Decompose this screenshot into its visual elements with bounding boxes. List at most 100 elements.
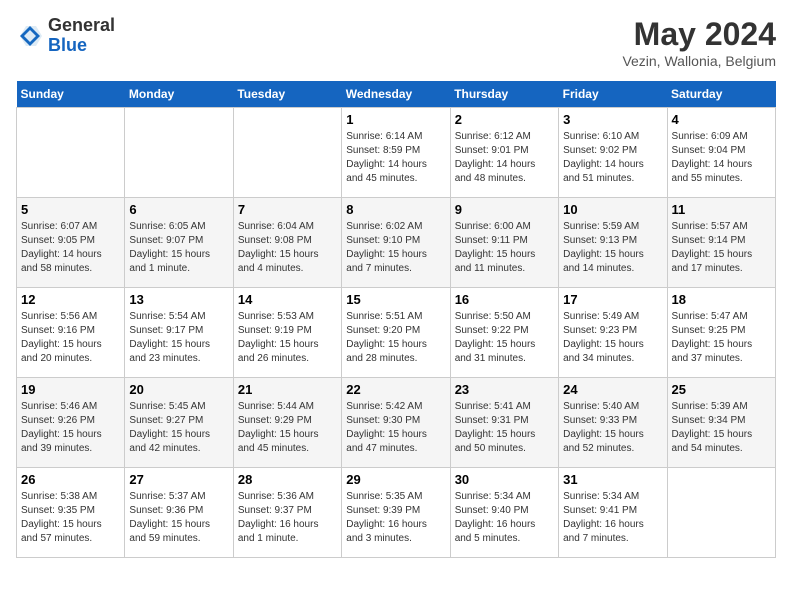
calendar-cell (233, 108, 341, 198)
day-number: 27 (129, 472, 228, 487)
day-number: 8 (346, 202, 445, 217)
calendar-cell: 2Sunrise: 6:12 AM Sunset: 9:01 PM Daylig… (450, 108, 558, 198)
day-info: Sunrise: 5:50 AM Sunset: 9:22 PM Dayligh… (455, 310, 554, 366)
day-info: Sunrise: 5:35 AM Sunset: 9:39 PM Dayligh… (346, 490, 445, 546)
calendar-body: 1Sunrise: 6:14 AM Sunset: 8:59 PM Daylig… (17, 108, 776, 558)
day-number: 31 (563, 472, 662, 487)
day-info: Sunrise: 5:38 AM Sunset: 9:35 PM Dayligh… (21, 490, 120, 546)
day-number: 14 (238, 292, 337, 307)
day-info: Sunrise: 6:00 AM Sunset: 9:11 PM Dayligh… (455, 220, 554, 276)
calendar-week-4: 19 Sunrise: 5:46 AM Sunset: 9:26 PM Dayli… (17, 378, 776, 468)
calendar-header: SundayMondayTuesdayWednesdayThursdayFrid… (17, 81, 776, 108)
day-number: 24 (563, 382, 662, 397)
calendar-cell: 19 Sunrise: 5:46 AM Sunset: 9:26 PM Dayli… (17, 378, 125, 468)
day-number: 2 (455, 112, 554, 127)
month-title: May 2024 (622, 16, 776, 53)
weekday-header-sunday: Sunday (17, 81, 125, 108)
calendar-cell: 8 Sunrise: 6:02 AM Sunset: 9:10 PM Daylig… (342, 198, 450, 288)
day-info: Sunrise: 5:49 AM Sunset: 9:23 PM Dayligh… (563, 310, 662, 366)
calendar-cell (667, 468, 775, 558)
day-number: 11 (672, 202, 771, 217)
calendar-cell: 10 Sunrise: 5:59 AM Sunset: 9:13 PM Dayli… (559, 198, 667, 288)
calendar-cell: 15 Sunrise: 5:51 AM Sunset: 9:20 PM Dayli… (342, 288, 450, 378)
calendar-cell: 21 Sunrise: 5:44 AM Sunset: 9:29 PM Dayli… (233, 378, 341, 468)
day-info: Sunrise: 6:07 AM Sunset: 9:05 PM Dayligh… (21, 220, 120, 276)
day-number: 18 (672, 292, 771, 307)
day-number: 17 (563, 292, 662, 307)
calendar-cell: 9 Sunrise: 6:00 AM Sunset: 9:11 PM Daylig… (450, 198, 558, 288)
calendar-cell: 20Sunrise: 5:45 AM Sunset: 9:27 PM Dayli… (125, 378, 233, 468)
day-number: 25 (672, 382, 771, 397)
day-info: Sunrise: 5:51 AM Sunset: 9:20 PM Dayligh… (346, 310, 445, 366)
day-number: 7 (238, 202, 337, 217)
day-info: Sunrise: 5:44 AM Sunset: 9:29 PM Dayligh… (238, 400, 337, 456)
day-info: Sunrise: 5:34 AM Sunset: 9:40 PM Dayligh… (455, 490, 554, 546)
day-number: 5 (21, 202, 120, 217)
day-number: 19 (21, 382, 120, 397)
calendar-cell: 4 Sunrise: 6:09 AM Sunset: 9:04 PM Daylig… (667, 108, 775, 198)
day-info: Sunrise: 5:40 AM Sunset: 9:33 PM Dayligh… (563, 400, 662, 456)
day-info: Sunrise: 6:02 AM Sunset: 9:10 PM Dayligh… (346, 220, 445, 276)
day-number: 12 (21, 292, 120, 307)
calendar-cell: 27 Sunrise: 5:37 AM Sunset: 9:36 PM Dayli… (125, 468, 233, 558)
calendar-cell: 6 Sunrise: 6:05 AM Sunset: 9:07 PM Daylig… (125, 198, 233, 288)
title-block: May 2024 Vezin, Wallonia, Belgium (622, 16, 776, 69)
page-header: General Blue May 2024 Vezin, Wallonia, B… (16, 16, 776, 69)
weekday-header-thursday: Thursday (450, 81, 558, 108)
day-number: 26 (21, 472, 120, 487)
day-number: 21 (238, 382, 337, 397)
calendar-week-2: 5 Sunrise: 6:07 AM Sunset: 9:05 PM Daylig… (17, 198, 776, 288)
calendar-week-1: 1Sunrise: 6:14 AM Sunset: 8:59 PM Daylig… (17, 108, 776, 198)
calendar-cell: 14 Sunrise: 5:53 AM Sunset: 9:19 PM Dayli… (233, 288, 341, 378)
calendar-cell: 7 Sunrise: 6:04 AM Sunset: 9:08 PM Daylig… (233, 198, 341, 288)
day-number: 23 (455, 382, 554, 397)
calendar-cell: 25Sunrise: 5:39 AM Sunset: 9:34 PM Dayli… (667, 378, 775, 468)
calendar-cell: 30 Sunrise: 5:34 AM Sunset: 9:40 PM Dayli… (450, 468, 558, 558)
day-info: Sunrise: 5:37 AM Sunset: 9:36 PM Dayligh… (129, 490, 228, 546)
day-info: Sunrise: 6:05 AM Sunset: 9:07 PM Dayligh… (129, 220, 228, 276)
calendar-cell: 17 Sunrise: 5:49 AM Sunset: 9:23 PM Dayli… (559, 288, 667, 378)
day-number: 29 (346, 472, 445, 487)
location-subtitle: Vezin, Wallonia, Belgium (622, 53, 776, 69)
calendar-cell: 31Sunrise: 5:34 AM Sunset: 9:41 PM Dayli… (559, 468, 667, 558)
day-number: 4 (672, 112, 771, 127)
calendar-cell: 16Sunrise: 5:50 AM Sunset: 9:22 PM Dayli… (450, 288, 558, 378)
calendar-cell: 1Sunrise: 6:14 AM Sunset: 8:59 PM Daylig… (342, 108, 450, 198)
weekday-header-tuesday: Tuesday (233, 81, 341, 108)
day-info: Sunrise: 5:53 AM Sunset: 9:19 PM Dayligh… (238, 310, 337, 366)
weekday-header-friday: Friday (559, 81, 667, 108)
logo-name: General Blue (48, 16, 115, 56)
day-info: Sunrise: 5:47 AM Sunset: 9:25 PM Dayligh… (672, 310, 771, 366)
calendar-week-3: 12 Sunrise: 5:56 AM Sunset: 9:16 PM Dayli… (17, 288, 776, 378)
logo-icon (16, 22, 44, 50)
calendar-cell: 18 Sunrise: 5:47 AM Sunset: 9:25 PM Dayli… (667, 288, 775, 378)
calendar-cell: 26 Sunrise: 5:38 AM Sunset: 9:35 PM Dayli… (17, 468, 125, 558)
day-number: 30 (455, 472, 554, 487)
day-info: Sunrise: 5:57 AM Sunset: 9:14 PM Dayligh… (672, 220, 771, 276)
day-info: Sunrise: 5:46 AM Sunset: 9:26 PM Dayligh… (21, 400, 120, 456)
calendar-week-5: 26 Sunrise: 5:38 AM Sunset: 9:35 PM Dayli… (17, 468, 776, 558)
day-info: Sunrise: 6:09 AM Sunset: 9:04 PM Dayligh… (672, 130, 771, 186)
day-info: Sunrise: 5:36 AM Sunset: 9:37 PM Dayligh… (238, 490, 337, 546)
day-number: 3 (563, 112, 662, 127)
day-number: 10 (563, 202, 662, 217)
logo: General Blue (16, 16, 115, 56)
weekday-header-wednesday: Wednesday (342, 81, 450, 108)
day-info: Sunrise: 6:04 AM Sunset: 9:08 PM Dayligh… (238, 220, 337, 276)
day-number: 20 (129, 382, 228, 397)
day-info: Sunrise: 5:41 AM Sunset: 9:31 PM Dayligh… (455, 400, 554, 456)
calendar-cell: 28Sunrise: 5:36 AM Sunset: 9:37 PM Dayli… (233, 468, 341, 558)
logo-general: General (48, 15, 115, 35)
day-info: Sunrise: 5:59 AM Sunset: 9:13 PM Dayligh… (563, 220, 662, 276)
day-info: Sunrise: 6:10 AM Sunset: 9:02 PM Dayligh… (563, 130, 662, 186)
calendar-cell (17, 108, 125, 198)
day-number: 6 (129, 202, 228, 217)
weekday-header-row: SundayMondayTuesdayWednesdayThursdayFrid… (17, 81, 776, 108)
day-number: 9 (455, 202, 554, 217)
logo-blue: Blue (48, 35, 87, 55)
calendar-cell: 29 Sunrise: 5:35 AM Sunset: 9:39 PM Dayli… (342, 468, 450, 558)
calendar-cell: 5 Sunrise: 6:07 AM Sunset: 9:05 PM Daylig… (17, 198, 125, 288)
day-info: Sunrise: 5:56 AM Sunset: 9:16 PM Dayligh… (21, 310, 120, 366)
day-info: Sunrise: 6:14 AM Sunset: 8:59 PM Dayligh… (346, 130, 445, 186)
day-number: 15 (346, 292, 445, 307)
